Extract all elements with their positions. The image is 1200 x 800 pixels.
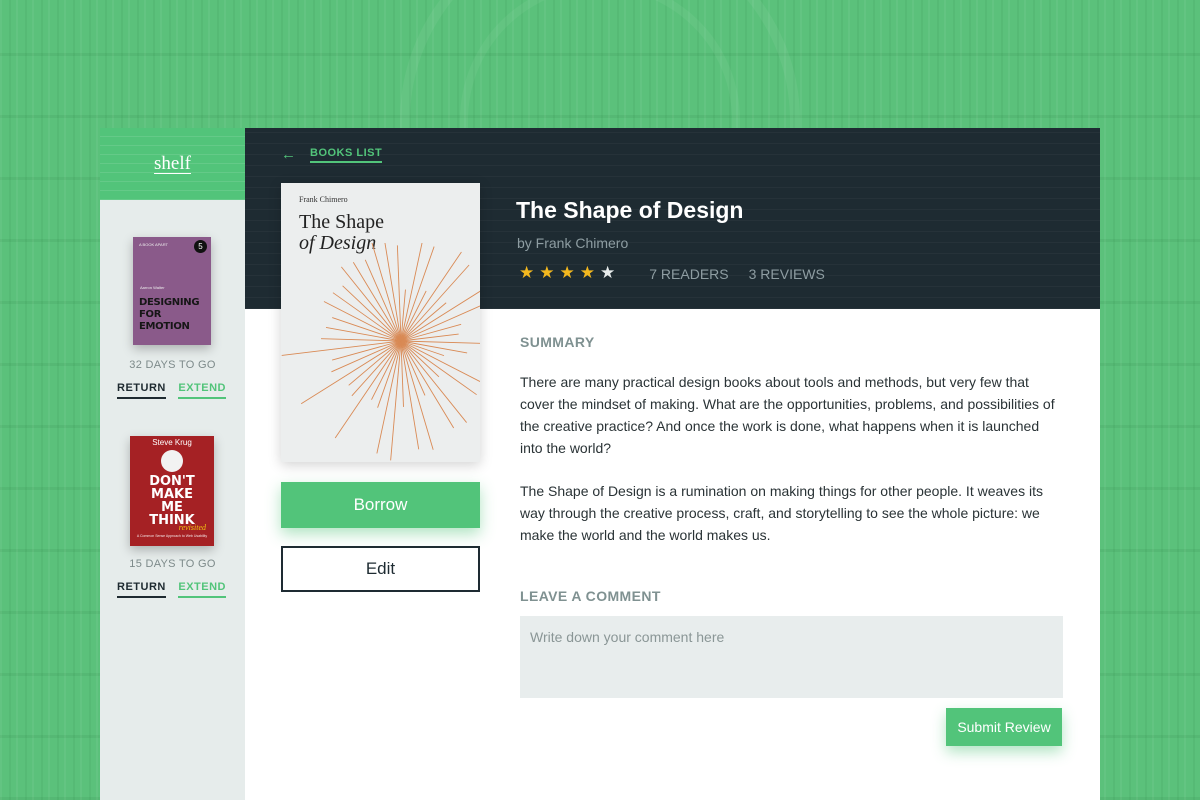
summary-paragraph: There are many practical design books ab… [520,374,1055,456]
book-stats: ★ ★ ★ ★ ★ 7 READERS 3 REVIEWS [519,264,825,283]
extend-button[interactable]: EXTEND [178,382,226,399]
readers-count[interactable]: 7 READERS [649,266,728,282]
borrow-button[interactable]: Borrow [281,482,480,528]
thumb-author: Aarron Walter [140,285,165,290]
arrow-left-icon: ← [281,146,296,163]
star-icon[interactable]: ★ [600,263,615,282]
book-author: by Frank Chimero [517,235,629,251]
thumb-author: Steve Krug [152,438,192,447]
burst-line [400,305,480,342]
comment-heading: LEAVE A COMMENT [520,588,661,604]
edit-button[interactable]: Edit [281,546,480,592]
book-title: The Shape of Design [516,197,744,223]
sidebar: shelf 5 A BOOK APART Aarron Walter DESIG… [100,128,245,800]
burst-line [332,340,402,361]
burst-line [400,340,420,450]
burst-line [342,285,402,342]
return-button[interactable]: RETURN [117,382,166,399]
back-link-label: BOOKS LIST [310,147,383,163]
book-thumb-designing-for-emotion[interactable]: 5 A BOOK APART Aarron Walter DESIGNING F… [133,237,211,345]
star-icon[interactable]: ★ [560,263,575,282]
author-illustration [161,450,183,472]
book-thumb-dont-make-me-think[interactable]: Steve Krug DON'T MAKE ME THINK revisited… [130,436,214,546]
thumb-subtitle: A Common Sense Approach to Web Usability [136,534,208,538]
cover-author: Frank Chimero [299,195,348,204]
burst-line [281,340,402,356]
book-cover: Frank Chimero The Shape of Design [281,183,480,462]
book-detail-panel: ← BOOKS LIST The Shape of Design by Fran… [245,128,1100,800]
brand-bar: shelf [100,128,245,200]
burst-line [400,340,480,383]
summary-paragraph: The Shape of Design is a rumination on m… [520,483,1043,543]
burst-line [300,340,402,405]
days-left: 32 DAYS TO GO [129,359,216,371]
loan-item: 15 DAYS TO GO RETURN EXTEND [100,558,245,598]
thumb-title: DON'T MAKE ME THINK [149,474,195,528]
burst-line [332,317,402,342]
back-link[interactable]: ← BOOKS LIST [281,146,383,163]
reviews-count[interactable]: 3 REVIEWS [749,266,825,282]
extend-button[interactable]: EXTEND [178,581,226,598]
loan-item: 32 DAYS TO GO RETURN EXTEND [100,359,245,399]
burst-line [400,264,470,342]
burst-line [341,266,402,342]
burst-line [400,290,480,342]
count-badge: 5 [194,240,207,253]
burst-line [400,323,462,342]
burst-line [384,243,402,342]
burst-line [400,340,467,423]
burst-line [400,340,480,344]
days-left: 15 DAYS TO GO [129,558,216,570]
burst-line [396,245,402,342]
burst-line [371,243,402,342]
star-icon[interactable]: ★ [580,263,595,282]
burst-line [400,340,434,450]
star-icon[interactable]: ★ [539,263,554,282]
brand-logo[interactable]: shelf [154,153,191,175]
burst-line [351,340,402,397]
cover-line-burst [281,243,480,461]
star-icon[interactable]: ★ [519,263,534,282]
summary-heading: SUMMARY [520,334,595,350]
comment-input[interactable] [520,616,1063,698]
submit-review-button[interactable]: Submit Review [946,708,1062,746]
burst-line [400,243,423,342]
star-rating[interactable]: ★ ★ ★ ★ ★ [519,264,620,283]
thumb-title: DESIGNING FOR EMOTION [139,297,200,332]
return-button[interactable]: RETURN [117,581,166,598]
